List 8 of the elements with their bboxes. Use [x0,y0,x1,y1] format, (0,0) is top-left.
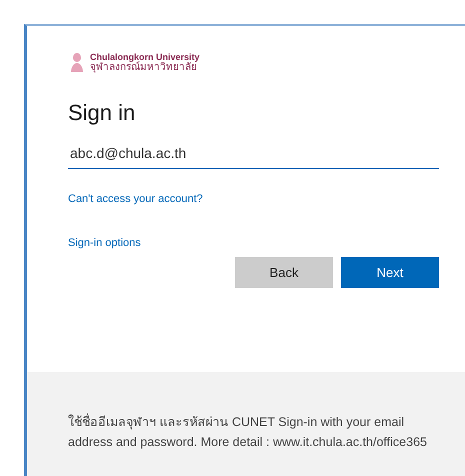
sign-in-title: Sign in [68,99,136,127]
account-help-link[interactable]: Can't access your account? [68,191,203,208]
footer-note: ใช้ชื่ออีเมลจุฬาฯ และรหัสผ่าน CUNET Sign-in with your email address and password. More detail : www.it.chula.ac.th/office365 [68,412,428,451]
sign-in-options-link[interactable]: Sign-in options [68,235,141,252]
university-name: Chulalongkorn University [90,52,200,62]
university-name-thai: จุฬาลงกรณ์มหาวิทยาลัย [90,62,197,74]
back-button[interactable]: Back [235,257,333,288]
next-button[interactable]: Next [341,257,439,288]
